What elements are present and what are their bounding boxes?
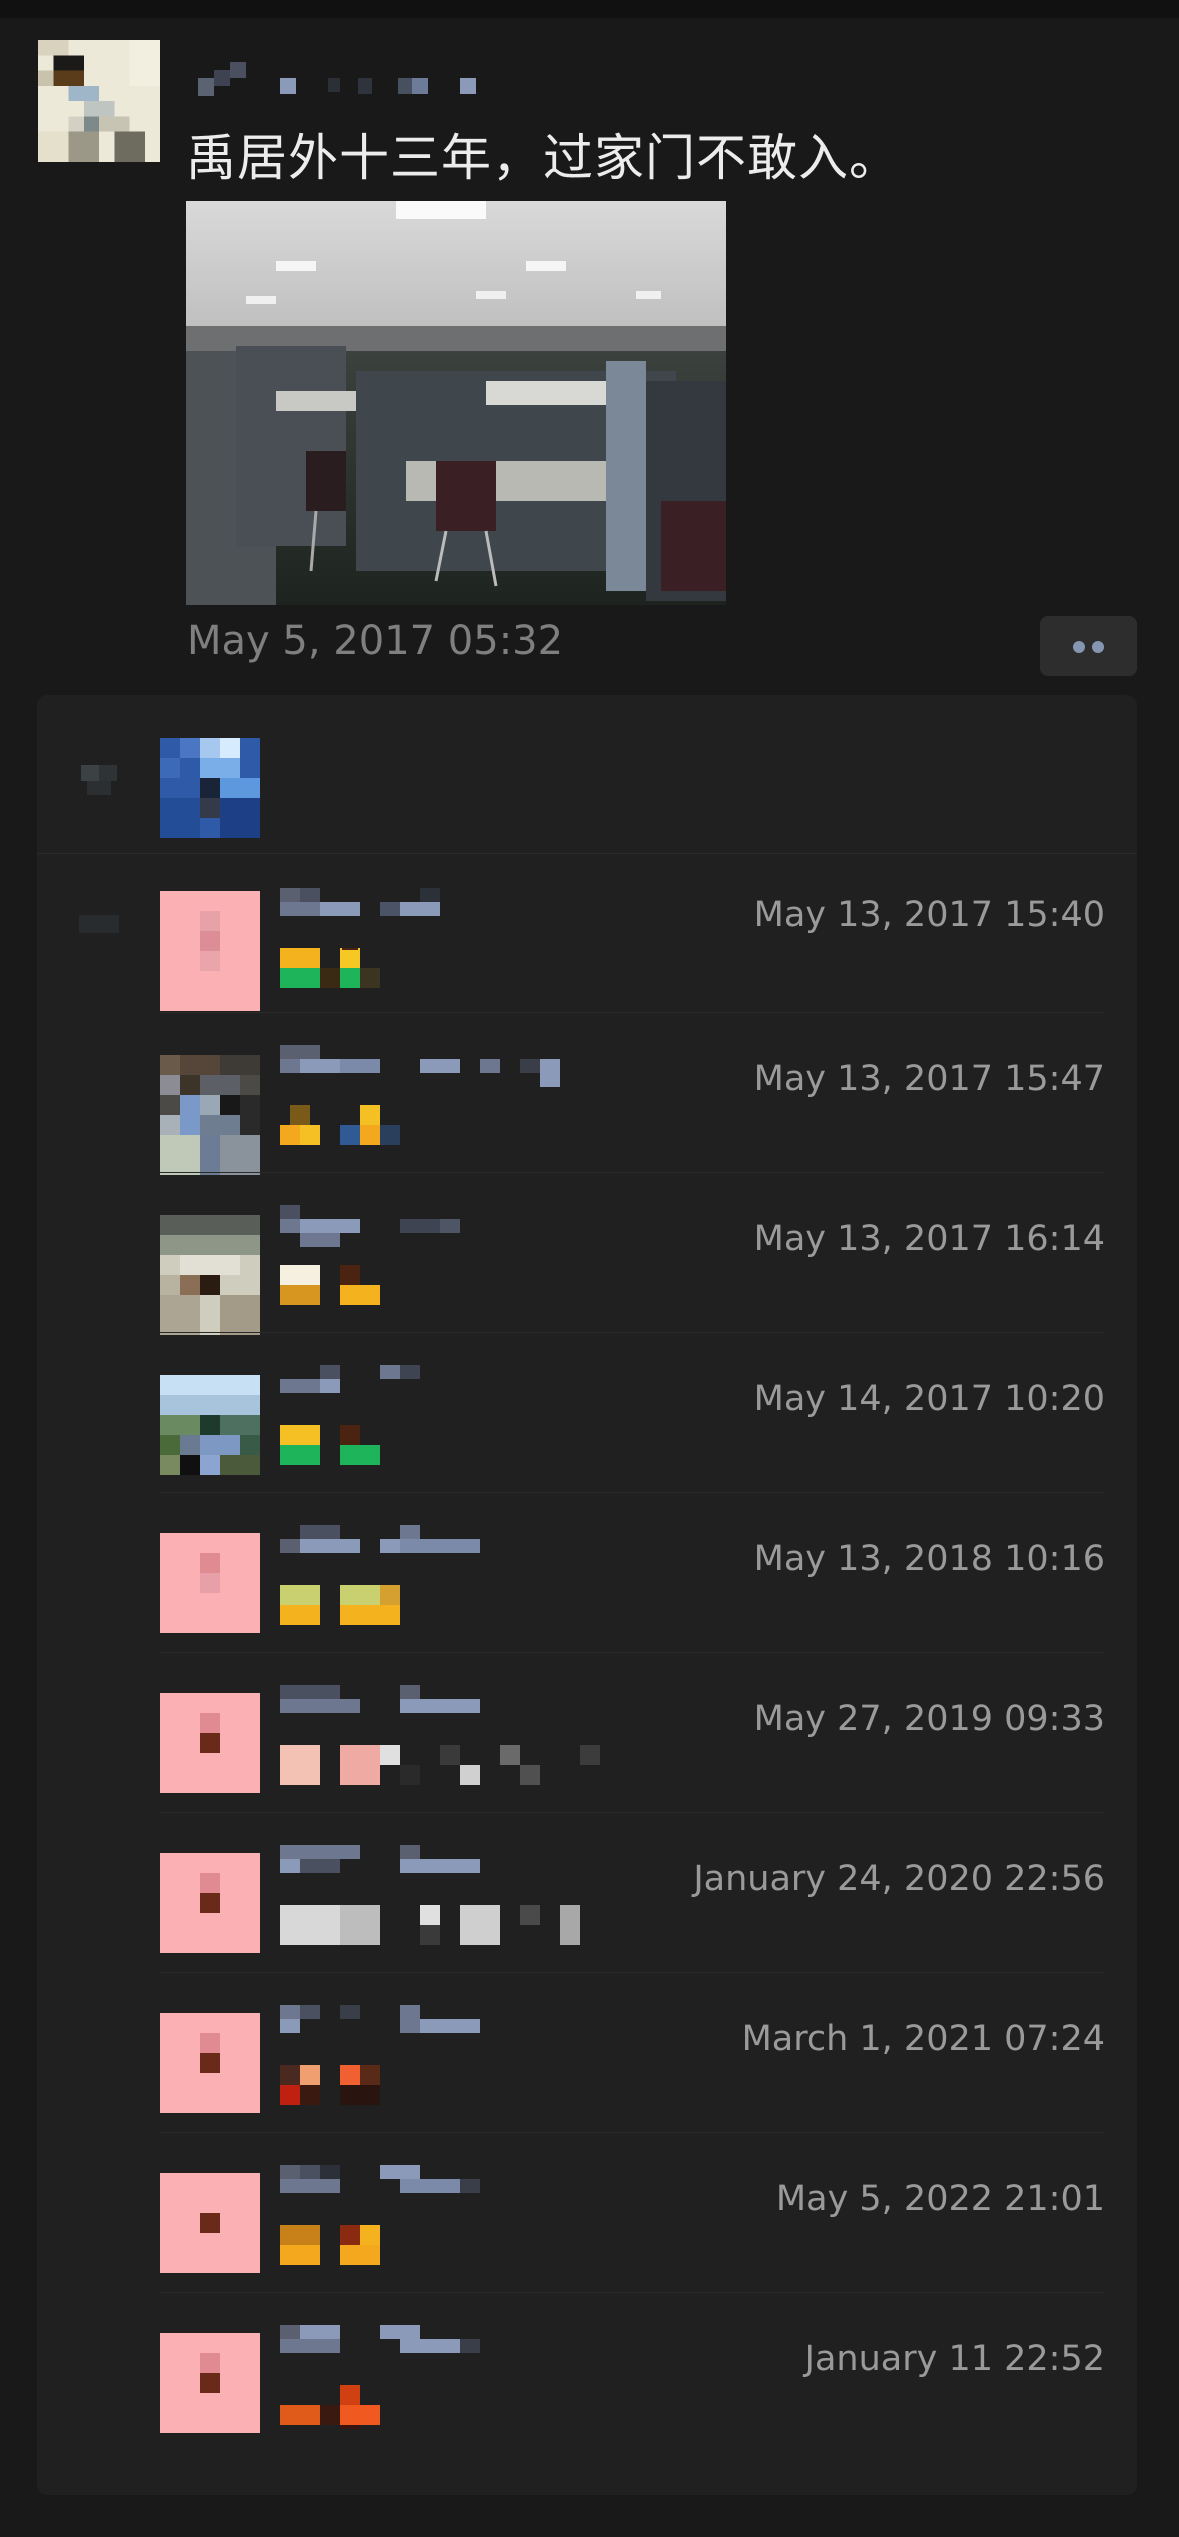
comment-emoji-blurred	[280, 2065, 380, 2105]
commenter-avatar-image	[160, 1853, 260, 1953]
commenter-avatar[interactable]	[160, 891, 260, 1011]
comment-emoji-blurred	[280, 1905, 580, 1945]
commenter-name-blurred[interactable]	[280, 1525, 620, 1573]
heart-icon	[81, 765, 117, 795]
more-dots-icon	[1092, 641, 1104, 653]
commenter-name-blurred[interactable]	[280, 888, 620, 936]
commenter-avatar-image	[160, 2333, 260, 2433]
commenter-name-blurred[interactable]	[280, 1845, 620, 1893]
more-options-button[interactable]	[1040, 616, 1137, 676]
comment-timestamp: January 24, 2020 22:56	[693, 1859, 1105, 1899]
more-dots-icon	[1073, 641, 1085, 653]
commenter-avatar-image	[160, 1375, 260, 1475]
commenter-avatar-image	[160, 1215, 260, 1335]
commenter-avatar-image	[160, 1533, 260, 1633]
commenter-name-blurred[interactable]	[280, 2005, 620, 2053]
commenter-avatar[interactable]	[160, 1853, 260, 1953]
commenter-avatar[interactable]	[160, 1215, 260, 1335]
commenter-name-blurred[interactable]	[280, 1365, 620, 1413]
commenter-avatar[interactable]	[160, 1533, 260, 1633]
likes-row	[37, 695, 1137, 854]
poster-name-pixels	[198, 62, 476, 96]
interactions-panel: May 13, 2017 15:40 May 13, 2017 15:47 Ma…	[37, 695, 1137, 2495]
office-cubicles-image	[186, 201, 726, 605]
comment-emoji-blurred	[280, 1425, 380, 1465]
commenter-avatar-image	[160, 2013, 260, 2113]
comment-emoji-blurred	[280, 1265, 380, 1305]
comment-timestamp: May 13, 2017 16:14	[753, 1219, 1105, 1259]
comment-emoji-blurred	[280, 948, 380, 988]
commenter-name-blurred[interactable]	[280, 2325, 620, 2373]
comment-row[interactable]: January 24, 2020 22:56	[37, 1813, 1137, 1973]
poster-name-blurred[interactable]	[198, 58, 498, 98]
commenter-name-blurred[interactable]	[280, 1045, 620, 1093]
commenter-avatar[interactable]	[160, 1375, 260, 1475]
commenter-name-blurred[interactable]	[280, 1685, 620, 1733]
comment-emoji-blurred	[280, 2385, 380, 2429]
comment-timestamp: May 13, 2017 15:47	[753, 1059, 1105, 1099]
commenter-avatar-image	[160, 891, 260, 1011]
commenter-avatar[interactable]	[160, 2173, 260, 2273]
comment-emoji-blurred	[280, 1745, 600, 1785]
comment-row[interactable]: May 14, 2017 10:20	[37, 1333, 1137, 1493]
commenter-avatar[interactable]	[160, 1693, 260, 1793]
comment-timestamp: May 14, 2017 10:20	[753, 1379, 1105, 1419]
comment-row[interactable]: May 27, 2019 09:33	[37, 1653, 1137, 1813]
comment-emoji-blurred	[280, 1585, 400, 1625]
liker-avatar[interactable]	[160, 738, 260, 838]
comment-row[interactable]: May 13, 2017 15:40	[37, 853, 1137, 1013]
comment-emoji-blurred	[280, 2225, 380, 2265]
comment-emoji-blurred	[280, 1105, 400, 1145]
commenter-name-blurred[interactable]	[280, 2165, 620, 2213]
comment-timestamp: March 1, 2021 07:24	[741, 2019, 1105, 2059]
comment-row[interactable]: January 11 22:52	[37, 2293, 1137, 2453]
comment-timestamp: January 11 22:52	[804, 2339, 1105, 2379]
status-bar-strip	[0, 0, 1179, 18]
post-timestamp: May 5, 2017 05:32	[187, 618, 564, 664]
post-photo[interactable]	[186, 201, 726, 605]
comment-row[interactable]: March 1, 2021 07:24	[37, 1973, 1137, 2133]
poster-avatar[interactable]	[38, 40, 160, 162]
comment-timestamp: May 5, 2022 21:01	[775, 2179, 1105, 2219]
commenter-name-blurred[interactable]	[280, 1205, 620, 1253]
comment-timestamp: May 13, 2018 10:16	[753, 1539, 1105, 1579]
comment-row[interactable]: May 13, 2017 15:47	[37, 1013, 1137, 1175]
comment-timestamp: May 27, 2019 09:33	[753, 1699, 1105, 1739]
comment-row[interactable]: May 13, 2017 16:14	[37, 1173, 1137, 1335]
comment-row[interactable]: May 13, 2018 10:16	[37, 1493, 1137, 1653]
commenter-avatar[interactable]	[160, 2333, 260, 2433]
commenter-avatar-image	[160, 1055, 260, 1175]
commenter-avatar-image	[160, 2173, 260, 2273]
comment-timestamp: May 13, 2017 15:40	[753, 895, 1105, 935]
post-text: 禹居外十三年，过家门不敢入。	[186, 129, 900, 187]
liker-avatar-image	[160, 738, 260, 838]
poster-avatar-image	[38, 40, 160, 162]
commenter-avatar[interactable]	[160, 1055, 260, 1175]
commenter-avatar[interactable]	[160, 2013, 260, 2113]
commenter-avatar-image	[160, 1693, 260, 1793]
comment-row[interactable]: May 5, 2022 21:01	[37, 2133, 1137, 2293]
